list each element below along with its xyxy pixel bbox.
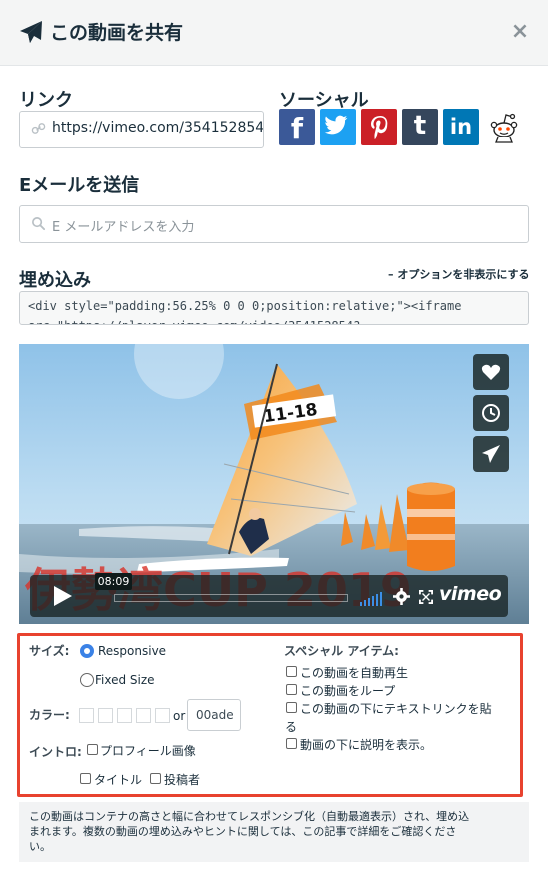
info-text: い。 [29, 840, 51, 853]
info-text: まれます。複数の動画の埋め込みやヒントに関しては、この記事で詳細をご確認くださ [29, 825, 457, 838]
special-items-label: スペシャル アイテム: [284, 644, 399, 658]
link-url-text: https://vimeo.com/354152854 [52, 120, 264, 136]
volume-icon[interactable] [360, 591, 384, 607]
play-button[interactable] [30, 575, 92, 617]
profile-checkbox[interactable] [87, 744, 98, 755]
time-badge: 08:09 [95, 573, 132, 590]
title-checkbox[interactable] [80, 773, 91, 784]
linkedin-icon: in [449, 115, 473, 139]
byline-checkbox[interactable] [150, 773, 161, 784]
progress-bar[interactable] [114, 594, 348, 602]
autoplay-checkbox[interactable] [286, 666, 297, 677]
loop-checkbox[interactable] [286, 684, 297, 695]
heart-icon [481, 364, 501, 380]
paper-plane-icon [20, 21, 42, 43]
profile-label: プロフィール画像 [100, 744, 196, 758]
email-input[interactable]: E メールアドレスを入力 [19, 205, 529, 243]
embed-code-line: <div style="padding:56.25% 0 0 0;positio… [28, 299, 462, 313]
color-swatch[interactable] [155, 708, 170, 723]
email-placeholder: E メールアドレスを入力 [52, 220, 195, 235]
description-label: 動画の下に説明を表示。 [300, 738, 433, 752]
hide-options-link[interactable]: – オプションを非表示にする [388, 266, 529, 282]
color-hex-input[interactable]: 00ade [187, 699, 241, 731]
clock-icon [482, 404, 500, 422]
linkedin-button[interactable]: in [443, 109, 479, 145]
responsive-label: Responsive [98, 644, 167, 658]
fixed-size-radio[interactable] [80, 673, 94, 687]
fixed-size-label: Fixed Size [95, 673, 155, 687]
play-icon [54, 586, 72, 606]
textlink-label: この動画の下にテキストリンクを貼 [300, 702, 492, 716]
description-checkbox[interactable] [286, 738, 297, 749]
search-icon [32, 217, 46, 231]
tumblr-button[interactable]: t [402, 109, 438, 145]
share-button[interactable] [473, 436, 509, 472]
vimeo-logo[interactable]: vimeo [439, 583, 502, 605]
share-dialog-header: この動画を共有 × [0, 0, 548, 66]
email-label: Eメールを送信 [19, 175, 140, 196]
facebook-button[interactable]: f [279, 109, 315, 145]
link-label: リンク [19, 90, 73, 111]
pinterest-button[interactable] [361, 109, 397, 145]
paper-plane-icon [482, 445, 500, 463]
color-swatch[interactable] [79, 708, 94, 723]
reddit-button[interactable] [488, 110, 520, 144]
autoplay-label: この動画を自動再生 [300, 666, 409, 680]
fullscreen-icon[interactable] [419, 590, 433, 604]
or-text: or [173, 709, 186, 723]
tumblr-icon: t [413, 111, 427, 141]
twitter-button[interactable] [320, 109, 356, 145]
facebook-icon: f [290, 112, 304, 145]
textlink-checkbox[interactable] [286, 702, 297, 713]
info-text: この動画はコンテナの高さと幅に合わせてレスポンシブ化（自動最適表示）され、埋め込 [29, 810, 470, 823]
gear-icon[interactable] [393, 588, 410, 605]
link-icon [31, 123, 46, 134]
dialog-title: この動画を共有 [50, 22, 184, 44]
like-button[interactable] [473, 354, 509, 390]
twitter-icon [324, 115, 348, 135]
title-label: タイトル [94, 773, 143, 787]
responsive-radio[interactable] [80, 644, 94, 658]
loop-label: この動画をループ [300, 684, 396, 698]
responsive-info-box: この動画はコンテナの高さと幅に合わせてレスポンシブ化（自動最適表示）され、埋め込… [19, 802, 529, 862]
embed-code-field[interactable]: <div style="padding:56.25% 0 0 0;positio… [19, 291, 529, 325]
size-label: サイズ: [29, 644, 70, 658]
pinterest-icon [361, 109, 397, 145]
color-label: カラー: [29, 708, 70, 722]
embed-code-line: src="https://player.vimeo.com/video/3541… [28, 316, 520, 324]
color-swatch[interactable] [117, 708, 132, 723]
byline-label: 投稿者 [164, 773, 201, 787]
color-swatch[interactable] [136, 708, 151, 723]
color-swatch[interactable] [98, 708, 113, 723]
watch-later-button[interactable] [473, 395, 509, 431]
close-icon[interactable]: × [510, 21, 530, 43]
textlink-label-cont: る [285, 720, 298, 734]
intro-label: イントロ: [29, 745, 82, 759]
link-url-field[interactable]: https://vimeo.com/354152854 [19, 111, 264, 148]
reddit-icon [490, 113, 518, 143]
embed-label: 埋め込み [19, 270, 91, 291]
